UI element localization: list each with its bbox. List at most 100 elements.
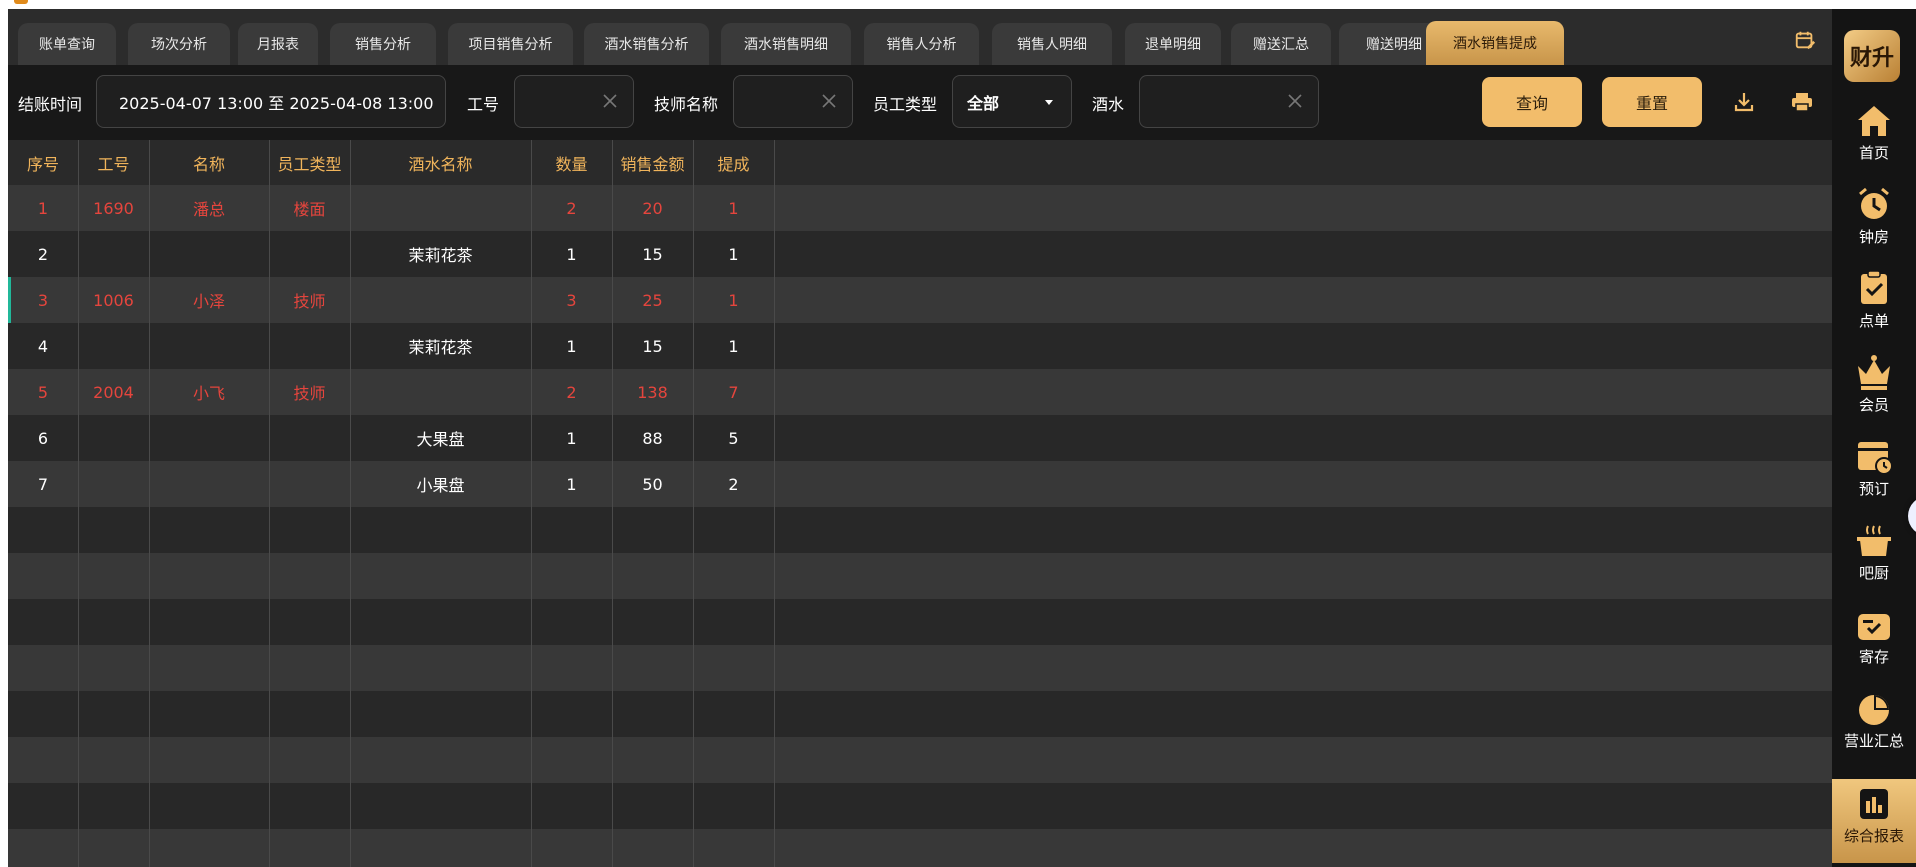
column-header: 工号: [97, 154, 130, 174]
table-cell: 3: [566, 290, 577, 310]
tab-13[interactable]: 酒水销售提成: [1426, 21, 1564, 65]
report-icon: [1860, 789, 1888, 819]
column-divider: [774, 140, 775, 867]
nav-item-3[interactable]: 点单: [1832, 264, 1916, 348]
table-cell: [350, 369, 531, 415]
clear-icon[interactable]: [1284, 90, 1306, 112]
table-row[interactable]: 7 小果盘 1 50 2: [8, 461, 1832, 507]
table-cell: 技师: [293, 384, 326, 403]
job-no-input[interactable]: [514, 75, 634, 128]
reset-button[interactable]: 重置: [1602, 77, 1702, 127]
drink-input[interactable]: [1139, 75, 1319, 128]
table-cell: 1006: [93, 290, 134, 310]
nav-item-5[interactable]: 预订: [1832, 432, 1916, 516]
empty-table-row: [8, 783, 1832, 829]
empty-table-row: [8, 599, 1832, 645]
checkout-time-label: 结账时间: [18, 94, 83, 114]
calendar-edit-icon[interactable]: [1794, 29, 1816, 51]
table-cell: 大果盘: [416, 430, 465, 449]
download-icon[interactable]: [1732, 90, 1756, 114]
clear-icon[interactable]: [818, 90, 840, 112]
table-cell: [269, 461, 350, 507]
nav-item-label: 吧厨: [1858, 564, 1889, 582]
column-divider: [531, 140, 532, 867]
employee-type-value: 全部: [967, 93, 1000, 113]
table-cell: [78, 461, 149, 507]
table-cell: 2: [728, 474, 739, 494]
assistant-float-button[interactable]: [1908, 496, 1916, 536]
app-logo: [14, 0, 28, 4]
nav-item-6[interactable]: 吧厨: [1832, 516, 1916, 600]
table-header: 序号 工号 名称 员工类型 酒水名称 数量 销售金额 提成: [8, 140, 1832, 185]
column-divider: [78, 140, 79, 867]
table-cell: [78, 231, 149, 277]
tab-4[interactable]: 销售分析: [330, 23, 436, 65]
query-button[interactable]: 查询: [1482, 77, 1582, 127]
print-icon[interactable]: [1790, 90, 1814, 114]
nav-item-1[interactable]: 首页: [1832, 96, 1916, 180]
employee-type-select[interactable]: 全部: [952, 75, 1072, 128]
home-icon: [1858, 106, 1890, 136]
tab-5[interactable]: 项目销售分析: [448, 23, 573, 65]
column-header: 员工类型: [277, 154, 342, 174]
tab-7[interactable]: 酒水销售明细: [721, 23, 851, 65]
table-row[interactable]: 5 2004 小飞 技师 2 138 7: [8, 369, 1832, 415]
crown-icon: [1858, 355, 1890, 390]
tech-name-label: 技师名称: [654, 94, 719, 114]
nav-item-9[interactable]: 综合报表: [1832, 779, 1916, 863]
table-cell: 2: [566, 198, 577, 218]
table-cell: 1: [728, 290, 739, 310]
nav-item-8[interactable]: 营业汇总: [1832, 684, 1916, 768]
table-cell: [350, 185, 531, 231]
tab-10[interactable]: 退单明细: [1125, 23, 1221, 65]
filter-bar: 结账时间 2025-04-07 13:00 至 2025-04-08 13:00…: [8, 65, 1832, 140]
brand-logo: 财升: [1844, 30, 1900, 82]
tab-9[interactable]: 销售人明细: [992, 23, 1112, 65]
tab-6[interactable]: 酒水销售分析: [584, 23, 709, 65]
table-row[interactable]: 2 茉莉花茶 1 15 1: [8, 231, 1832, 277]
table-row[interactable]: 3 1006 小泽 技师 3 25 1: [8, 277, 1832, 323]
table-cell: 20: [642, 198, 663, 218]
column-divider: [612, 140, 613, 867]
table-cell: 技师: [293, 292, 326, 311]
tab-1[interactable]: 账单查询: [18, 23, 116, 65]
drink-label: 酒水: [1092, 94, 1125, 114]
employee-type-label: 员工类型: [873, 94, 938, 114]
nav-item-label: 首页: [1858, 144, 1889, 162]
table-row[interactable]: 6 大果盘 1 88 5: [8, 415, 1832, 461]
main-nav-sidebar: 财升 首页钟房点单会员预订吧厨寄存 营业汇总综合报表: [1832, 9, 1916, 867]
nav-item-label: 点单: [1858, 312, 1889, 330]
table-cell: [149, 415, 269, 461]
column-divider: [693, 140, 694, 867]
table-cell: 1: [728, 336, 739, 356]
table-row[interactable]: 1 1690 潘总 楼面 2 20 1: [8, 185, 1832, 231]
nav-item-4[interactable]: 会员: [1832, 348, 1916, 432]
tab-8[interactable]: 销售人分析: [864, 23, 979, 65]
tech-name-input[interactable]: [733, 75, 853, 128]
column-header: 数量: [555, 154, 588, 174]
empty-table-row: [8, 737, 1832, 783]
table-cell: 88: [642, 428, 663, 448]
table-cell: 7: [728, 382, 739, 402]
table-row[interactable]: 4 茉莉花茶 1 15 1: [8, 323, 1832, 369]
nav-item-2[interactable]: 钟房: [1832, 180, 1916, 264]
tab-2[interactable]: 场次分析: [128, 23, 230, 65]
table-cell: 2004: [93, 382, 134, 402]
commission-table: 序号 工号 名称 员工类型 酒水名称 数量 销售金额 提成 1 1690 潘总 楼面 2 20 1 2 茉莉花…: [8, 140, 1832, 867]
table-cell: 1: [566, 428, 577, 448]
storage-icon: [1858, 614, 1890, 640]
nav-item-7[interactable]: 寄存: [1832, 600, 1916, 684]
tab-3[interactable]: 月报表: [238, 23, 318, 65]
table-cell: 茉莉花茶: [408, 246, 473, 265]
tab-11[interactable]: 赠送汇总: [1231, 23, 1331, 65]
table-cell: 2: [37, 244, 49, 264]
nav-item-label: 会员: [1858, 396, 1889, 414]
title-strip: [0, 0, 1916, 9]
table-cell: [78, 415, 149, 461]
column-divider: [269, 140, 270, 867]
table-cell: [149, 461, 269, 507]
checkout-time-range-input[interactable]: 2025-04-07 13:00 至 2025-04-08 13:00: [96, 75, 446, 128]
nav-item-label: 综合报表: [1843, 827, 1904, 845]
clear-icon[interactable]: [599, 90, 621, 112]
table-cell: 6: [37, 428, 49, 448]
